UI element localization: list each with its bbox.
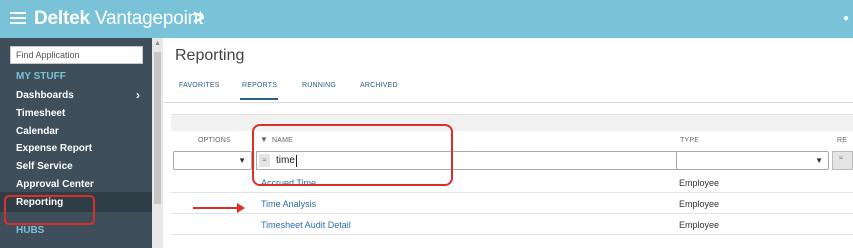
breadcrumb-chevron-icon: > — [193, 7, 205, 29]
filter-operator-icon: ≈ — [839, 155, 843, 162]
brand-name-light: Vantagepoint — [94, 8, 204, 29]
annotation-arrow-line — [193, 207, 239, 209]
app-logo[interactable]: Deltek Vantagepoint — [34, 8, 203, 30]
table-row[interactable]: Time Analysis Employee — [171, 194, 853, 214]
find-application-input[interactable]: Find Application — [10, 46, 143, 64]
sidebar-item-approval-center[interactable]: Approval Center — [16, 179, 94, 190]
chevron-right-icon[interactable]: › — [136, 88, 140, 102]
column-header-type[interactable]: TYPE — [680, 137, 699, 144]
tab-reports[interactable]: REPORTS — [242, 82, 277, 89]
top-bar: Deltek Vantagepoint > ● — [0, 0, 853, 38]
report-name-link[interactable]: Timesheet Audit Detail — [261, 220, 351, 230]
scrollbar-thumb[interactable] — [154, 52, 161, 204]
chevron-down-icon: ▼ — [815, 156, 823, 165]
user-menu-icon[interactable]: ● — [843, 13, 849, 24]
sidebar-item-calendar[interactable]: Calendar — [16, 126, 59, 137]
brand-name-bold: Deltek — [34, 8, 90, 29]
report-name-link[interactable]: Time Analysis — [261, 199, 316, 209]
table-row[interactable]: Timesheet Audit Detail Employee — [171, 215, 853, 235]
sidebar-item-self-service[interactable]: Self Service — [16, 161, 73, 172]
tab-running[interactable]: RUNNING — [302, 82, 336, 89]
chevron-down-icon: ▼ — [238, 156, 246, 165]
report-type: Employee — [679, 199, 720, 209]
sidebar-group-my-stuff: MY STUFF — [16, 71, 66, 82]
sidebar-item-dashboards[interactable]: Dashboards — [16, 90, 74, 101]
options-filter-select[interactable]: ▼ — [173, 151, 252, 170]
type-filter-select[interactable]: ▼ — [676, 151, 829, 170]
page-title: Reporting — [175, 47, 245, 64]
active-tab-indicator — [240, 98, 278, 100]
column-header-options[interactable]: OPTIONS — [198, 137, 231, 144]
annotation-arrow-head-icon — [237, 203, 245, 213]
scroll-up-icon[interactable]: ▲ — [154, 40, 161, 47]
hamburger-menu-icon[interactable] — [10, 12, 26, 25]
tabs-divider — [163, 102, 853, 103]
annotation-box-reporting — [4, 195, 95, 225]
tab-archived[interactable]: ARCHIVED — [360, 82, 398, 89]
annotation-box-name-filter — [252, 124, 453, 186]
sidebar-group-hubs[interactable]: HUBS — [16, 225, 44, 236]
report-type: Employee — [679, 178, 720, 188]
report-type: Employee — [679, 220, 720, 230]
sidebar-scrollbar[interactable]: ▲ — [152, 38, 163, 248]
tab-favorites[interactable]: FAVORITES — [179, 82, 220, 89]
sidebar-item-expense-report[interactable]: Expense Report — [16, 143, 92, 154]
extra-filter-operator[interactable]: ≈ — [832, 151, 853, 170]
column-header-extra[interactable]: RE — [837, 137, 847, 144]
sidebar-item-timesheet[interactable]: Timesheet — [16, 108, 65, 119]
